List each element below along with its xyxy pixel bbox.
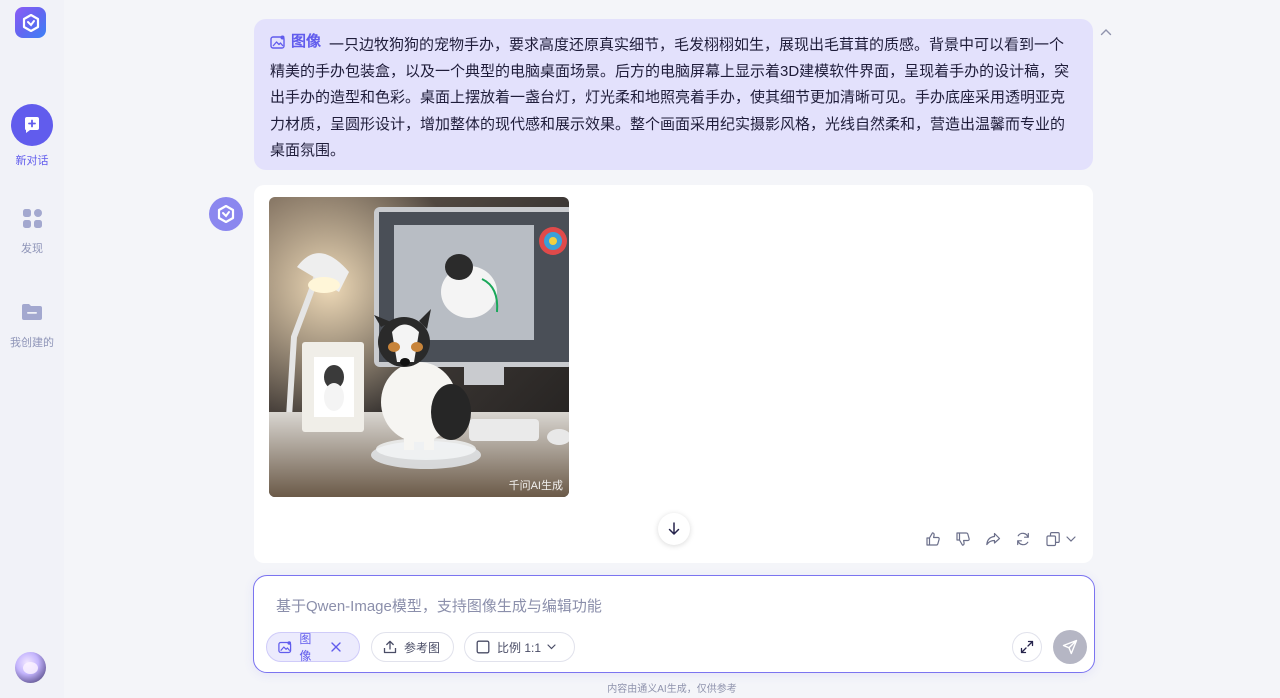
- share-icon: [986, 532, 1001, 546]
- chat-input-box: 图像 参考图 比例 1:1: [253, 575, 1095, 673]
- ai-disclaimer: 内容由通义AI生成，仅供参考: [607, 684, 737, 695]
- logo-icon: [22, 13, 39, 32]
- folder-icon: [20, 300, 44, 324]
- chat-input[interactable]: [276, 598, 1056, 615]
- assistant-answer-card: 千问AI生成: [254, 185, 1093, 563]
- chevron-down-icon: [547, 644, 563, 650]
- assistant-avatar: [209, 197, 243, 231]
- assistant-logo-icon: [217, 205, 235, 223]
- dislike-button[interactable]: [954, 530, 972, 548]
- prompt-tag-label: 图像: [291, 33, 322, 50]
- prompt-text: 一只边牧狗狗的宠物手办，要求高度还原真实细节，毛发栩栩如生，展现出毛茸茸的质感。…: [270, 36, 1070, 159]
- chat-main: 图像 一只边牧狗狗的宠物手办，要求高度还原真实细节，毛发栩栩如生，展现出毛茸茸的…: [64, 0, 1280, 698]
- sidebar: 新对话 发现 我创建的: [0, 0, 64, 698]
- generated-image[interactable]: 千问AI生成: [269, 197, 569, 497]
- image-mode-label: 图像: [299, 632, 312, 663]
- new-chat-label: 新对话: [15, 155, 49, 167]
- generated-image-art: [269, 197, 569, 497]
- chevron-up-icon: [1100, 29, 1112, 36]
- reference-image-chip[interactable]: 参考图: [371, 632, 454, 662]
- new-chat-icon: [25, 117, 39, 133]
- scroll-to-bottom-button[interactable]: [658, 513, 690, 545]
- arrow-down-icon: [668, 522, 680, 535]
- new-chat-circle: [11, 104, 53, 146]
- nav-my-created[interactable]: 我创建的: [0, 300, 64, 350]
- close-icon: [331, 642, 341, 652]
- refresh-icon: [1017, 532, 1029, 546]
- image-tag-icon: [270, 35, 285, 49]
- reference-image-label: 参考图: [404, 640, 441, 655]
- answer-actions: [924, 530, 1077, 548]
- image-mode-icon: [278, 640, 292, 653]
- aspect-ratio-label: 比例 1:1: [497, 640, 542, 655]
- chevron-down-icon: [1066, 536, 1076, 542]
- regenerate-button[interactable]: [1014, 530, 1032, 548]
- upload-icon: [383, 640, 397, 654]
- new-chat-button[interactable]: 新对话: [0, 104, 64, 168]
- image-watermark: 千问AI生成: [508, 480, 563, 492]
- user-prompt-bubble: 图像 一只边牧狗狗的宠物手办，要求高度还原真实细节，毛发栩栩如生，展现出毛茸茸的…: [254, 19, 1093, 170]
- thumbs-down-icon: [956, 532, 970, 546]
- nav-my-created-label: 我创建的: [10, 337, 54, 349]
- more-actions-button[interactable]: [1065, 530, 1077, 548]
- thumbs-up-icon: [926, 532, 940, 546]
- grid-icon: [20, 206, 44, 230]
- collapse-button[interactable]: [1099, 25, 1113, 39]
- send-button[interactable]: [1053, 630, 1087, 664]
- like-button[interactable]: [924, 530, 942, 548]
- aspect-ratio-select[interactable]: 比例 1:1: [464, 632, 575, 662]
- expand-input-button[interactable]: [1012, 632, 1042, 662]
- user-avatar[interactable]: [15, 652, 46, 683]
- nav-discover-label: 发现: [21, 243, 43, 255]
- app-logo[interactable]: [15, 7, 46, 38]
- image-mode-chip[interactable]: 图像: [266, 632, 360, 663]
- expand-icon: [1020, 640, 1034, 654]
- prompt-image-tag: 图像: [270, 29, 321, 55]
- square-icon: [476, 640, 490, 654]
- send-icon: [1062, 639, 1078, 655]
- share-button[interactable]: [984, 530, 1002, 548]
- copy-icon: [1046, 532, 1060, 547]
- nav-discover[interactable]: 发现: [0, 206, 64, 256]
- copy-button[interactable]: [1044, 530, 1062, 548]
- remove-image-mode-button[interactable]: [331, 642, 348, 652]
